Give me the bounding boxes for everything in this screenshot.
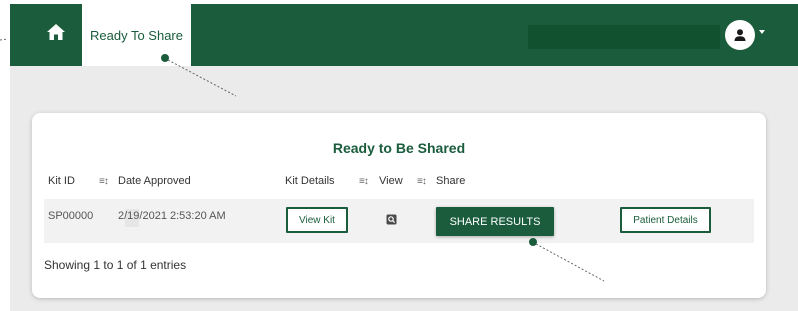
card-title: Ready to Be Shared	[332, 140, 466, 156]
chevron-down-icon[interactable]	[759, 30, 765, 34]
column-header-kit-details[interactable]: Kit Details	[285, 175, 335, 187]
sort-icon[interactable]: ≡↕	[417, 176, 427, 187]
annotation-line	[0, 38, 9, 41]
tab-ready-to-share[interactable]: Ready To Share	[82, 4, 191, 66]
home-icon	[47, 24, 65, 40]
tab-label: Ready To Share	[90, 27, 183, 43]
search-document-icon[interactable]	[386, 214, 397, 225]
table-info: Showing 1 to 1 of 1 entries	[44, 258, 187, 272]
home-button[interactable]	[38, 14, 74, 50]
patient-details-button[interactable]: Patient Details	[620, 207, 711, 233]
person-icon	[734, 29, 746, 41]
ready-to-share-card: Ready to Be Shared Kit ID ≡↕ Date Approv…	[32, 113, 766, 298]
kit-id-cell: SP00000	[48, 210, 94, 222]
column-header-date-approved[interactable]: Date Approved	[118, 175, 191, 187]
view-kit-button[interactable]: View Kit	[286, 207, 348, 233]
date-approved-cell: 2/19/2021 2:53:20 AM	[118, 210, 226, 222]
column-header-view[interactable]: View	[379, 175, 403, 187]
sort-icon[interactable]: ≡↕	[359, 176, 369, 187]
column-header-kit-id[interactable]: Kit ID	[48, 175, 75, 187]
user-menu-button[interactable]	[725, 20, 755, 50]
redacted-area	[528, 25, 720, 49]
share-results-button[interactable]: SHARE RESULTS	[436, 207, 554, 236]
sort-icon[interactable]: ≡↕	[99, 176, 109, 187]
column-header-share[interactable]: Share	[436, 175, 465, 187]
